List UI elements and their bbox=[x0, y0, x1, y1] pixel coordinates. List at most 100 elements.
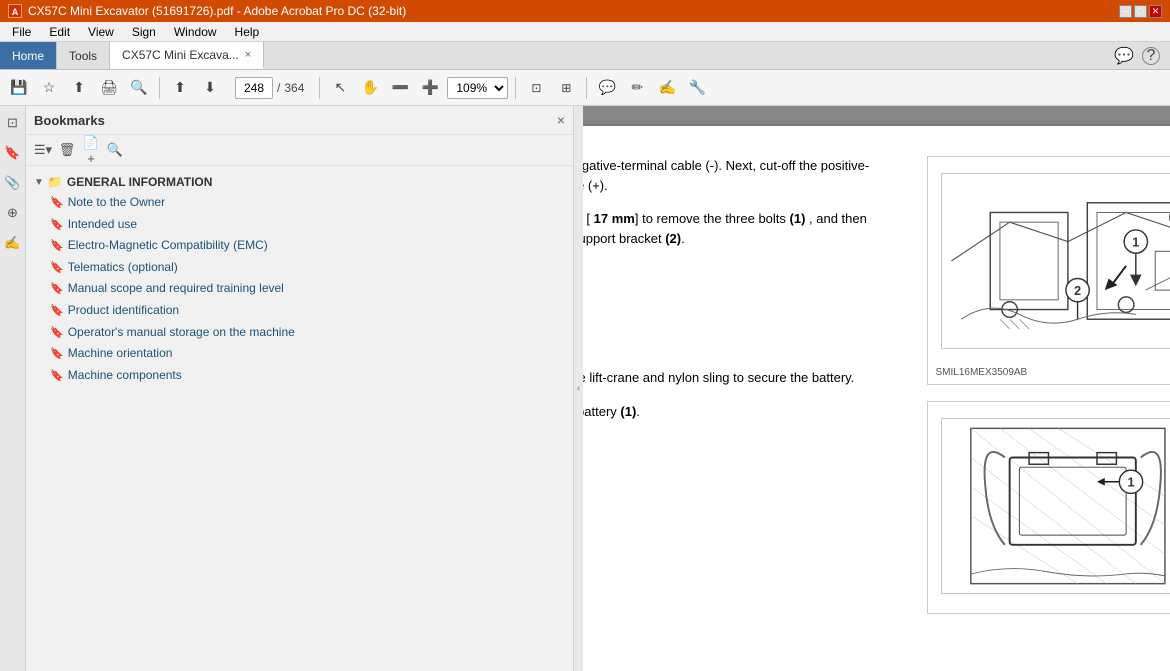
minimize-btn[interactable]: ─ bbox=[1119, 5, 1132, 18]
page-nav: / 364 bbox=[235, 77, 304, 99]
doc-image-2-svg: 1 bbox=[932, 406, 1170, 606]
bookmark-emc[interactable]: 🔖 Electro-Magnetic Compatibility (EMC) bbox=[34, 235, 565, 257]
tools-panel-btn[interactable]: 🔧 bbox=[684, 75, 710, 101]
separator1 bbox=[159, 77, 160, 99]
tab-document[interactable]: CX57C Mini Excava... × bbox=[110, 42, 264, 69]
sidebar-add-btn[interactable]: 📄+ bbox=[80, 139, 102, 161]
step-7-text: Use a suitable lift-crane and nylon slin… bbox=[583, 368, 854, 388]
doc-image-1-svg: 1 2 bbox=[932, 161, 1170, 361]
sidebar-delete-btn[interactable]: 🗑 bbox=[56, 139, 78, 161]
tab-close-btn[interactable]: × bbox=[245, 49, 251, 61]
doc-tab-label: CX57C Mini Excava... bbox=[122, 48, 239, 62]
separator2 bbox=[319, 77, 320, 99]
page-total: 364 bbox=[284, 81, 304, 95]
title-bar: A CX57C Mini Excavator (51691726).pdf - … bbox=[0, 0, 1170, 22]
tools-tab-label: Tools bbox=[69, 49, 97, 63]
sidebar-bookmark-icon[interactable]: 🔖 bbox=[2, 142, 24, 164]
chat-icon[interactable]: 💬 bbox=[1114, 46, 1134, 66]
bookmark-section-general: ▼ 📁 GENERAL INFORMATION 🔖 Note to the Ow… bbox=[26, 170, 573, 388]
separator3 bbox=[515, 77, 516, 99]
tab-home[interactable]: Home bbox=[0, 42, 57, 69]
menu-bar: File Edit View Sign Window Help bbox=[0, 22, 1170, 42]
general-info-header[interactable]: ▼ 📁 GENERAL INFORMATION bbox=[34, 172, 565, 192]
sidebar-paperclip-icon[interactable]: 📎 bbox=[2, 172, 24, 194]
bookmark-label-2: Intended use bbox=[68, 217, 137, 233]
search-btn[interactable]: 🔍 bbox=[126, 75, 152, 101]
sidebar-collapse-handle[interactable]: ‹ bbox=[573, 106, 583, 671]
comment-btn[interactable]: 💬 bbox=[594, 75, 620, 101]
bookmark-product-id[interactable]: 🔖 Product identification bbox=[34, 300, 565, 322]
menu-view[interactable]: View bbox=[80, 23, 122, 41]
svg-text:1: 1 bbox=[1127, 476, 1134, 490]
bookmark-machine-components[interactable]: 🔖 Machine components bbox=[34, 365, 565, 387]
zoom-select[interactable]: 109% 50% 75% 100% 125% 150% 200% bbox=[447, 77, 508, 99]
title-bar-text: CX57C Mini Excavator (51691726).pdf - Ad… bbox=[28, 4, 406, 18]
collapse-icon: ▼ bbox=[34, 177, 44, 188]
bookmark-label-9: Machine components bbox=[68, 368, 182, 384]
doc-step-7: 7. Use a suitable lift-crane and nylon s… bbox=[583, 368, 897, 388]
sign-btn[interactable]: ✍ bbox=[654, 75, 680, 101]
sidebar-layers-icon[interactable]: ⊕ bbox=[2, 202, 24, 224]
doc-content: 5. Cut-off the negative-terminal cable (… bbox=[583, 156, 1170, 614]
menu-edit[interactable]: Edit bbox=[41, 23, 78, 41]
close-btn[interactable]: ✕ bbox=[1149, 5, 1162, 18]
zoom-in-btn[interactable]: ➕ bbox=[417, 75, 443, 101]
zoom-out-btn[interactable]: ➖ bbox=[387, 75, 413, 101]
general-info-label: GENERAL INFORMATION bbox=[67, 175, 213, 189]
doc-step-5: 5. Cut-off the negative-terminal cable (… bbox=[583, 156, 897, 195]
help-icon[interactable]: ? bbox=[1142, 47, 1160, 65]
select-tool-btn[interactable]: ↖ bbox=[327, 75, 353, 101]
bookmark-star-btn[interactable]: ☆ bbox=[36, 75, 62, 101]
bookmark-icon-3: 🔖 bbox=[50, 239, 64, 253]
next-page-btn[interactable]: ⬇ bbox=[197, 75, 223, 101]
page-input[interactable] bbox=[235, 77, 273, 99]
image-1-caption: SMIL16MEX3509AB bbox=[936, 367, 1028, 378]
bookmark-icon-5: 🔖 bbox=[50, 282, 64, 296]
step-5-text: Cut-off the negative-terminal cable (-).… bbox=[583, 156, 897, 195]
bookmark-machine-orientation[interactable]: 🔖 Machine orientation bbox=[34, 343, 565, 365]
sidebar-signature-icon[interactable]: ✍ bbox=[2, 232, 24, 254]
bookmark-icon-6: 🔖 bbox=[50, 304, 64, 318]
bookmark-label-1: Note to the Owner bbox=[68, 195, 165, 211]
print-btn[interactable]: 🖨 bbox=[96, 75, 122, 101]
menu-help[interactable]: Help bbox=[227, 23, 268, 41]
sidebar-menu-btn[interactable]: ☰▾ bbox=[32, 139, 54, 161]
tab-tools[interactable]: Tools bbox=[57, 42, 110, 69]
app-icon: A bbox=[8, 4, 22, 18]
doc-area[interactable]: 5. Cut-off the negative-terminal cable (… bbox=[583, 106, 1170, 671]
save-btn[interactable]: 💾 bbox=[6, 75, 32, 101]
menu-window[interactable]: Window bbox=[166, 23, 225, 41]
step-6-text: Use a wrench [ 17 mm] to remove the thre… bbox=[583, 209, 897, 248]
hand-tool-btn[interactable]: ✋ bbox=[357, 75, 383, 101]
upload-btn[interactable]: ⬆ bbox=[66, 75, 92, 101]
sidebar-page-icon[interactable]: ⊡ bbox=[2, 112, 24, 134]
prev-page-btn[interactable]: ⬆ bbox=[167, 75, 193, 101]
svg-text:2: 2 bbox=[1074, 284, 1081, 298]
bookmark-icon-2: 🔖 bbox=[50, 218, 64, 232]
step-8-text: Remove the battery (1). bbox=[583, 402, 640, 422]
bookmark-telematics[interactable]: 🔖 Telematics (optional) bbox=[34, 257, 565, 279]
doc-step-8: 8. Remove the battery (1). bbox=[583, 402, 897, 422]
maximize-btn[interactable]: □ bbox=[1134, 5, 1147, 18]
sidebar-close-btn[interactable]: × bbox=[557, 112, 565, 128]
fit-width-btn[interactable]: ⊞ bbox=[553, 75, 579, 101]
bookmark-icon-1: 🔖 bbox=[50, 196, 64, 210]
sidebar-header: Bookmarks × bbox=[26, 106, 573, 135]
doc-text: 5. Cut-off the negative-terminal cable (… bbox=[583, 156, 897, 614]
tab-right-icons: 💬 ? bbox=[1114, 42, 1170, 69]
bookmark-label-4: Telematics (optional) bbox=[68, 260, 178, 276]
bookmark-manual-scope[interactable]: 🔖 Manual scope and required training lev… bbox=[34, 278, 565, 300]
menu-sign[interactable]: Sign bbox=[124, 23, 164, 41]
menu-file[interactable]: File bbox=[4, 23, 39, 41]
highlight-btn[interactable]: ✏ bbox=[624, 75, 650, 101]
bookmark-label-3: Electro-Magnetic Compatibility (EMC) bbox=[68, 238, 268, 254]
bookmark-icon-7: 🔖 bbox=[50, 326, 64, 340]
bookmark-operator-manual[interactable]: 🔖 Operator's manual storage on the machi… bbox=[34, 322, 565, 344]
sidebar-toolbar: ☰▾ 🗑 📄+ 🔍 bbox=[26, 135, 573, 166]
fit-page-btn[interactable]: ⊡ bbox=[523, 75, 549, 101]
bookmark-intended-use[interactable]: 🔖 Intended use bbox=[34, 214, 565, 236]
toolbar: 💾 ☆ ⬆ 🖨 🔍 ⬆ ⬇ / 364 ↖ ✋ ➖ ➕ 109% 50% 75%… bbox=[0, 70, 1170, 106]
bookmark-note-owner[interactable]: 🔖 Note to the Owner bbox=[34, 192, 565, 214]
doc-step-6: 6. Use a wrench [ 17 mm] to remove the t… bbox=[583, 209, 897, 248]
sidebar-search-btn[interactable]: 🔍 bbox=[104, 139, 126, 161]
